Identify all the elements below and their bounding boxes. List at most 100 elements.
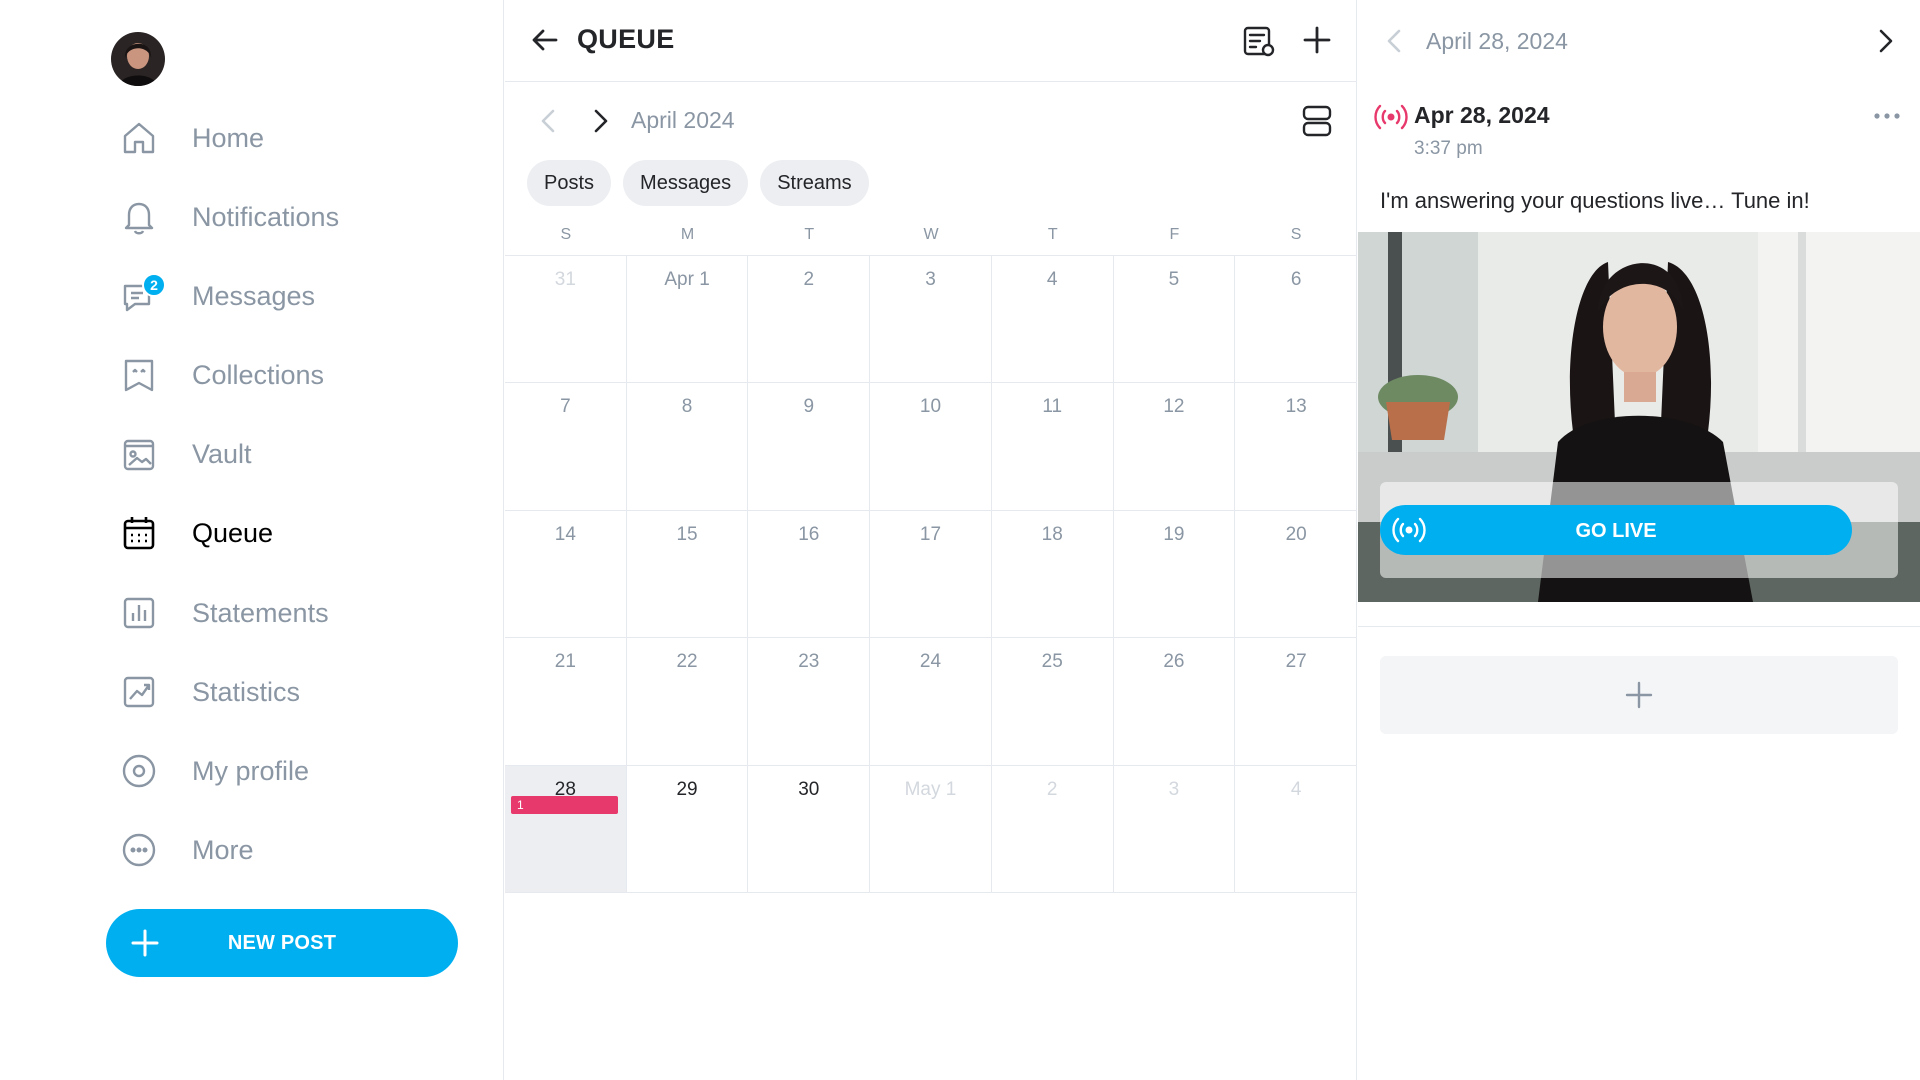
go-live-button[interactable]: GO LIVE xyxy=(1380,505,1852,555)
day-number: May 1 xyxy=(904,778,957,800)
filter-chip-messages[interactable]: Messages xyxy=(623,160,749,206)
sidebar-item-vault[interactable]: Vault xyxy=(118,426,448,482)
calendar-day[interactable]: 14 xyxy=(505,510,627,638)
more-options-icon[interactable] xyxy=(1870,104,1904,128)
weekday-label: W xyxy=(923,226,939,243)
calendar-day[interactable]: 27 xyxy=(1235,638,1357,764)
chevron-left-icon[interactable] xyxy=(534,106,564,136)
day-number: 12 xyxy=(1163,396,1185,418)
sidebar-item-notifications[interactable]: Notifications xyxy=(118,189,448,245)
calendar-day[interactable]: Apr 1 xyxy=(627,256,749,383)
avatar[interactable] xyxy=(111,32,165,86)
day-number: 7 xyxy=(560,396,571,418)
calendar-day[interactable]: 13 xyxy=(1235,383,1357,509)
sidebar-item-label: Messages xyxy=(192,280,316,311)
month-navigation: April 2024 xyxy=(505,100,1357,142)
chevron-right-icon[interactable] xyxy=(1870,26,1900,56)
calendar-day[interactable]: 21 xyxy=(505,638,627,765)
calendar-day[interactable]: 9 xyxy=(748,383,871,510)
add-scheduled-item-button[interactable] xyxy=(1380,656,1898,734)
calendar-weeks: 31 Apr 1 2 3 4 5 6 7 8 9 10 11 12 13 14 15 16 17 18 19 20 21 2… xyxy=(505,256,1357,893)
calendar-week: 7 8 9 10 11 12 13 xyxy=(505,383,1357,511)
sidebar-item-statistics[interactable]: Statistics xyxy=(118,664,448,720)
unread-badge: 2 xyxy=(142,273,166,297)
calendar-day[interactable]: 3 xyxy=(870,256,992,383)
calendar-day[interactable]: 8 xyxy=(627,383,749,510)
list-view-icon[interactable] xyxy=(1241,22,1277,60)
post-date: Apr 28, 2024 xyxy=(1414,102,1550,128)
calendar-day[interactable]: 28 1 xyxy=(505,765,627,892)
stream-preview-image: GO LIVE xyxy=(1358,232,1920,602)
day-number: 9 xyxy=(803,396,815,418)
back-arrow-icon[interactable] xyxy=(527,22,563,58)
selected-date-label: April 28, 2024 xyxy=(1426,28,1568,54)
filter-chip-streams[interactable]: Streams xyxy=(760,160,869,206)
weekday-label: S xyxy=(560,226,572,243)
day-number: 26 xyxy=(1163,651,1185,673)
new-post-button[interactable]: NEW POST xyxy=(106,909,458,977)
day-number: 23 xyxy=(798,651,820,673)
calendar-day[interactable]: 3 xyxy=(1114,765,1236,892)
day-number: 16 xyxy=(798,523,820,545)
bell-icon xyxy=(118,196,160,238)
day-number: 4 xyxy=(1290,778,1302,800)
live-stream-icon xyxy=(1374,104,1408,130)
calendar-day[interactable]: 19 xyxy=(1114,510,1236,638)
calendar-day[interactable]: 5 xyxy=(1114,256,1236,383)
day-number: 25 xyxy=(1041,651,1063,673)
sidebar-item-statements[interactable]: Statements xyxy=(118,585,448,641)
day-number: 18 xyxy=(1041,523,1063,545)
go-live-label: GO LIVE xyxy=(1575,520,1657,542)
calendar-day[interactable]: 10 xyxy=(870,383,992,510)
calendar-week: 21 22 23 24 25 26 27 xyxy=(505,638,1357,766)
view-toggle-icon[interactable] xyxy=(1299,102,1335,140)
day-number: Apr 1 xyxy=(664,269,710,290)
filter-chip-posts[interactable]: Posts xyxy=(527,160,612,206)
sidebar-item-queue[interactable]: Queue xyxy=(118,505,448,561)
chat-icon: 2 xyxy=(118,273,166,317)
profile-icon xyxy=(118,750,160,792)
month-label: April 2024 xyxy=(631,107,735,133)
calendar-day[interactable]: 12 xyxy=(1114,383,1236,510)
calendar-day[interactable]: 16 xyxy=(748,510,871,638)
sidebar-item-collections[interactable]: Collections xyxy=(118,347,448,403)
chevron-right-icon[interactable] xyxy=(585,106,615,136)
calendar-day[interactable]: 22 xyxy=(627,638,749,765)
sidebar-item-label: Queue xyxy=(192,517,274,548)
calendar-day[interactable]: 4 xyxy=(992,256,1114,383)
calendar-day[interactable]: 2 xyxy=(992,765,1114,892)
more-icon xyxy=(118,829,160,871)
sidebar-item-more[interactable]: More xyxy=(118,822,448,878)
calendar-day[interactable]: 2 xyxy=(748,256,871,383)
sidebar-item-home[interactable]: Home xyxy=(118,110,448,166)
calendar-day[interactable]: 4 xyxy=(1235,766,1357,892)
day-number: 15 xyxy=(676,523,698,545)
sidebar-item-my-profile[interactable]: My profile xyxy=(118,743,448,799)
calendar-day[interactable]: 7 xyxy=(505,383,627,510)
add-icon[interactable] xyxy=(1299,22,1335,58)
post-time: 3:37 pm xyxy=(1414,138,1483,159)
calendar-day[interactable]: 18 xyxy=(992,510,1114,638)
weekday-label: T xyxy=(1047,226,1058,243)
detail-header: April 28, 2024 xyxy=(1358,0,1920,82)
calendar-day[interactable]: 17 xyxy=(870,510,992,638)
calendar-day[interactable]: 25 xyxy=(992,638,1114,765)
scheduled-event-marker[interactable]: 1 xyxy=(511,795,618,814)
calendar-day[interactable]: 30 xyxy=(748,765,871,892)
weekday-label: T xyxy=(804,226,815,243)
sidebar-item-messages[interactable]: 2 Messages xyxy=(118,268,448,324)
day-number: 27 xyxy=(1285,651,1307,673)
calendar-day[interactable]: 29 xyxy=(627,765,749,892)
calendar-day[interactable]: 11 xyxy=(992,383,1114,510)
calendar-day[interactable]: 20 xyxy=(1235,511,1357,637)
calendar-day[interactable]: May 1 xyxy=(870,765,992,892)
calendar-day[interactable]: 24 xyxy=(870,638,992,765)
weekday-header: S M T W T F S xyxy=(505,220,1357,256)
sidebar-item-label: Statistics xyxy=(192,676,301,707)
chevron-left-icon[interactable] xyxy=(1380,26,1410,56)
calendar-day[interactable]: 23 xyxy=(748,638,871,765)
calendar-day[interactable]: 31 xyxy=(505,256,627,383)
calendar-day[interactable]: 26 xyxy=(1114,638,1236,765)
calendar-day[interactable]: 15 xyxy=(627,510,749,638)
calendar-day[interactable]: 6 xyxy=(1235,256,1357,382)
